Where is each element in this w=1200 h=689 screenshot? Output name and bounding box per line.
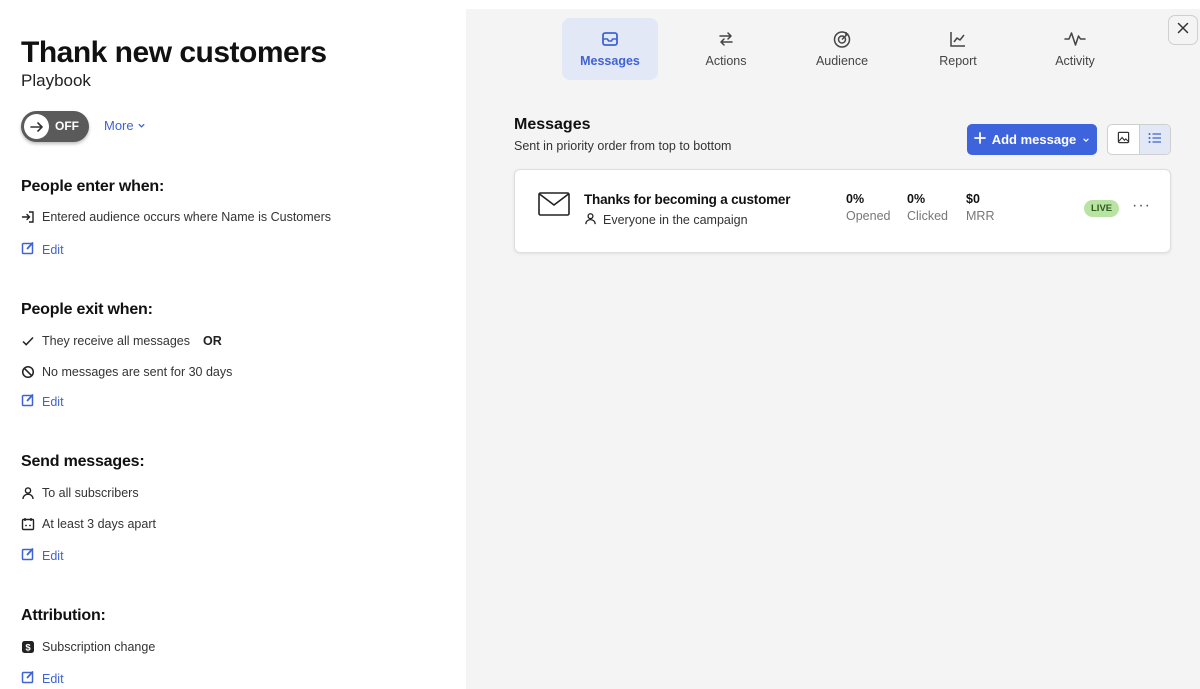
send-recipients: To all subscribers: [42, 486, 139, 500]
edit-label: Edit: [42, 394, 64, 409]
exit-condition-2: No messages are sent for 30 days: [42, 365, 233, 379]
exit-condition-row-1: They receive all messages OR: [21, 334, 222, 348]
attribution-source: Subscription change: [42, 640, 156, 654]
edit-icon: [21, 547, 35, 564]
entry-condition-row: Entered audience occurs where Name is Cu…: [21, 210, 331, 224]
grid-view-button[interactable]: [1108, 125, 1139, 154]
page-subtitle: Playbook: [21, 71, 91, 90]
message-audience: Everyone in the campaign: [584, 212, 748, 228]
page-title: Thank new customers: [21, 36, 327, 69]
more-label: More: [104, 118, 134, 133]
attribution-heading: Attribution:: [21, 607, 106, 624]
entry-heading: People enter when:: [21, 178, 165, 195]
sign-in-icon: [21, 210, 35, 224]
send-edit-link[interactable]: Edit: [21, 547, 64, 564]
tab-messages[interactable]: Messages: [562, 18, 658, 80]
envelope-icon: [538, 192, 570, 221]
pulse-icon: [1064, 28, 1086, 50]
tab-label: Audience: [815, 54, 869, 68]
user-icon: [584, 212, 597, 228]
arrow-right-icon: [24, 114, 49, 139]
stat-value: 0%: [846, 192, 865, 206]
exit-condition-1: They receive all messages: [42, 334, 190, 348]
stat-opened: 0% Opened: [846, 192, 890, 223]
target-icon: [832, 28, 852, 50]
content-panel: Messages Actions Audience Report Activit…: [466, 9, 1200, 689]
message-card[interactable]: Thanks for becoming a customer Everyone …: [514, 169, 1171, 253]
messages-subtitle: Sent in priority order from top to botto…: [514, 139, 732, 153]
attribution-source-row: $ Subscription change: [21, 640, 155, 654]
or-label: OR: [202, 334, 222, 348]
line-chart-icon: [948, 28, 968, 50]
inbox-icon: [600, 28, 620, 50]
edit-label: Edit: [42, 242, 64, 257]
close-icon: [1177, 21, 1189, 39]
toggle-label: OFF: [55, 119, 79, 133]
edit-icon: [21, 393, 35, 410]
check-icon: [21, 334, 35, 348]
dollar-icon: $: [21, 640, 35, 654]
close-button[interactable]: [1168, 15, 1198, 45]
chevron-down-icon: [1082, 132, 1090, 147]
edit-icon: [21, 670, 35, 687]
tab-actions[interactable]: Actions: [678, 18, 774, 80]
list-icon: [1148, 131, 1162, 149]
stat-label: MRR: [966, 209, 995, 223]
stat-clicked: 0% Clicked: [907, 192, 948, 223]
stat-label: Opened: [846, 209, 891, 223]
tab-label: Actions: [705, 54, 747, 68]
send-recipients-row: To all subscribers: [21, 486, 139, 500]
tab-audience[interactable]: Audience: [794, 18, 890, 80]
messages-title: Messages: [514, 116, 591, 133]
plus-icon: [973, 132, 986, 147]
audience-label: Everyone in the campaign: [603, 213, 748, 227]
svg-text:$: $: [25, 643, 31, 654]
user-icon: [21, 486, 35, 500]
edit-icon: [21, 241, 35, 258]
list-view-button[interactable]: [1138, 125, 1170, 154]
tab-label: Messages: [580, 54, 640, 68]
arrows-swap-icon: [716, 28, 736, 50]
edit-label: Edit: [42, 548, 64, 563]
playbook-sidebar: Thank new customers Playbook OFF More Pe…: [0, 0, 466, 689]
entry-condition: Entered audience occurs where Name is Cu…: [42, 210, 332, 224]
view-toggle: [1107, 124, 1171, 155]
stat-mrr: $0 MRR: [966, 192, 994, 223]
more-menu[interactable]: More: [104, 118, 146, 133]
add-message-label: Add message: [991, 132, 1077, 147]
campaign-toggle[interactable]: OFF: [21, 111, 89, 142]
exit-edit-link[interactable]: Edit: [21, 393, 64, 410]
chevron-down-icon: [137, 118, 146, 133]
entry-edit-link[interactable]: Edit: [21, 241, 64, 258]
tab-label: Report: [939, 54, 977, 68]
more-options-icon[interactable]: ···: [1132, 197, 1151, 215]
add-message-button[interactable]: Add message: [967, 124, 1097, 155]
send-heading: Send messages:: [21, 453, 145, 470]
stat-value: $0: [966, 192, 980, 206]
stat-value: 0%: [907, 192, 926, 206]
send-frequency-row: At least 3 days apart: [21, 517, 156, 531]
exit-heading: People exit when:: [21, 301, 153, 318]
send-frequency: At least 3 days apart: [42, 517, 156, 531]
exit-condition-row-2: No messages are sent for 30 days: [21, 365, 232, 379]
status-badge: LIVE: [1084, 200, 1120, 217]
attribution-edit-link[interactable]: Edit: [21, 670, 64, 687]
message-title: Thanks for becoming a customer: [584, 192, 791, 207]
tab-label: Activity: [1055, 54, 1095, 68]
edit-label: Edit: [42, 671, 64, 686]
calendar-icon: [21, 517, 35, 531]
block-icon: [21, 365, 35, 379]
image-icon: [1117, 131, 1130, 149]
tab-activity[interactable]: Activity: [1027, 18, 1123, 80]
stat-label: Clicked: [907, 209, 948, 223]
tab-report[interactable]: Report: [910, 18, 1006, 80]
